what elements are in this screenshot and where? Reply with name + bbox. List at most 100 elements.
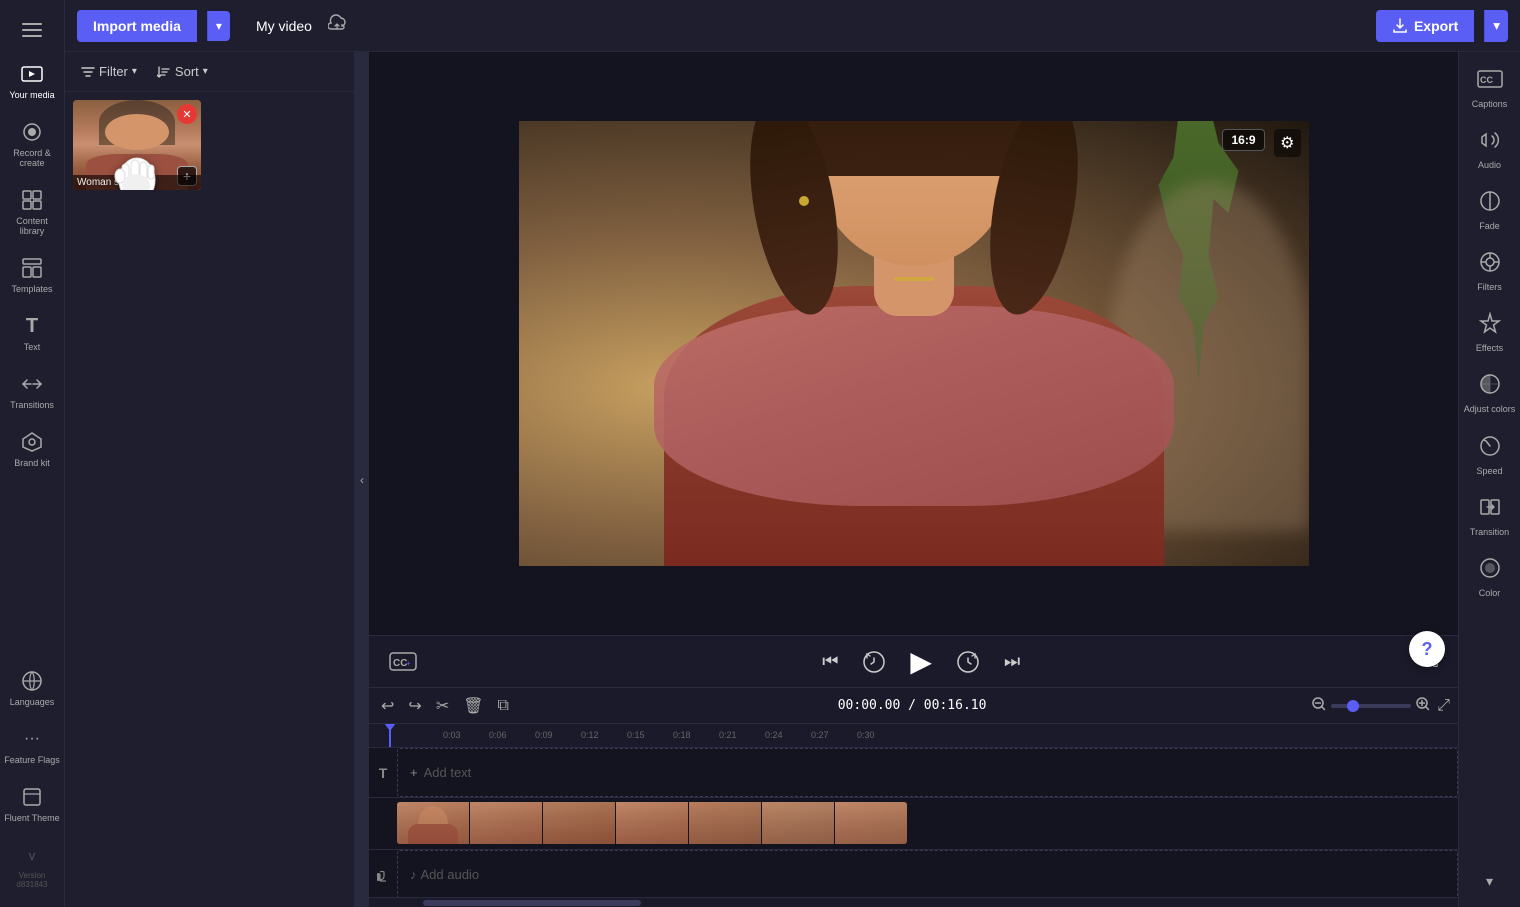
export-dropdown[interactable]: ▾ <box>1484 10 1508 42</box>
svg-text:CC: CC <box>1480 75 1493 85</box>
sidebar-item-feature-flags[interactable]: ··· Feature Flags <box>0 717 64 775</box>
media-grid: ✕ + Woman sittin... Add to timeline <box>65 92 354 198</box>
sidebar-item-transitions[interactable]: Transitions <box>0 362 64 420</box>
cloud-sync-icon <box>328 14 346 37</box>
right-panel-color-label: Color <box>1479 588 1501 598</box>
sidebar-item-templates[interactable]: Templates <box>0 246 64 304</box>
timeline-scroll-thumb[interactable] <box>423 900 641 906</box>
sidebar-item-your-media-label: Your media <box>9 90 54 100</box>
right-panel-speed-label: Speed <box>1476 466 1502 476</box>
media-item-label: Woman sittin... <box>73 175 201 190</box>
video-thumb-4 <box>616 802 688 844</box>
rewind-button[interactable] <box>858 646 890 678</box>
your-media-icon <box>20 62 44 86</box>
right-panel-effects[interactable]: Effects <box>1459 302 1520 363</box>
right-panel-audio[interactable]: Audio <box>1459 119 1520 180</box>
transition-icon <box>1479 496 1501 523</box>
right-panel-speed[interactable]: Speed <box>1459 425 1520 486</box>
sidebar-item-content-library[interactable]: Content library <box>0 178 64 246</box>
content-library-icon <box>20 188 44 212</box>
sidebar-item-brand-kit[interactable]: Brand kit <box>0 420 64 478</box>
media-toolbar: Filter ▾ Sort ▾ <box>65 52 354 92</box>
right-panel-adjust-colors-label: Adjust colors <box>1464 404 1516 415</box>
zoom-slider[interactable] <box>1331 704 1411 708</box>
timeline-expand-button[interactable]: ⤢ <box>1437 697 1450 715</box>
svg-text:+: + <box>406 659 411 668</box>
preview-settings-button[interactable]: ⚙ <box>1274 129 1300 157</box>
import-media-button[interactable]: Import media <box>77 10 197 42</box>
add-text-label: Add text <box>424 765 472 780</box>
right-panel-captions[interactable]: CC Captions <box>1459 60 1520 119</box>
sidebar-item-your-media[interactable]: Your media <box>0 52 64 110</box>
sidebar-item-fluent-theme-label: Fluent Theme <box>4 813 59 823</box>
import-media-dropdown[interactable]: ▾ <box>207 11 230 41</box>
undo-button[interactable]: ↩ <box>377 692 398 720</box>
right-panel-adjust-colors[interactable]: Adjust colors <box>1459 363 1520 425</box>
right-panel-color[interactable]: Color <box>1459 547 1520 608</box>
tab-area: My video <box>248 14 346 38</box>
fast-forward-button[interactable] <box>952 646 984 678</box>
timeline-ruler: 0:03 0:06 0:09 0:12 0:15 0:18 0:21 0:24 … <box>369 724 1458 748</box>
right-panel-transition[interactable]: Transition <box>1459 486 1520 547</box>
sidebar-item-languages-label: Languages <box>10 697 55 707</box>
add-audio-area[interactable]: ♪ Add audio <box>397 850 1458 897</box>
skip-to-start-button[interactable]: ⏮ <box>818 647 842 676</box>
right-panel-captions-label: Captions <box>1472 99 1508 109</box>
timeline-scrollbar[interactable] <box>369 897 1458 907</box>
sidebar-item-text[interactable]: T Text <box>0 304 64 362</box>
adjust-colors-icon <box>1479 373 1501 400</box>
aspect-ratio-badge: 16:9 <box>1222 129 1264 151</box>
export-button[interactable]: Export <box>1376 10 1474 42</box>
ruler-mark-3: 0:09 <box>535 730 581 740</box>
right-panel-fade[interactable]: Fade <box>1459 180 1520 241</box>
filter-button[interactable]: Filter ▾ <box>75 60 143 83</box>
speed-icon <box>1479 435 1501 462</box>
color-icon <box>1479 557 1501 584</box>
top-bar: Import media ▾ My video Export ▾ <box>65 0 1520 52</box>
sort-button[interactable]: Sort ▾ <box>151 60 214 83</box>
sidebar-item-languages[interactable]: Languages <box>0 659 64 717</box>
help-button[interactable]: ? <box>1409 631 1445 667</box>
sidebar-item-fluent-theme[interactable]: Fluent Theme <box>0 775 64 833</box>
ruler-mark-9: 0:27 <box>811 730 857 740</box>
preview-container: ⚙ 16:9 <box>369 52 1458 635</box>
right-panel-collapse-button[interactable]: ▾ <box>1486 873 1493 890</box>
add-text-icon: + <box>410 765 418 780</box>
add-text-area[interactable]: + Add text <box>397 748 1458 797</box>
tab-my-video[interactable]: My video <box>248 14 320 38</box>
add-audio-icon: ♪ <box>410 867 417 882</box>
languages-icon <box>20 669 44 693</box>
redo-button[interactable]: ↪ <box>404 692 425 720</box>
zoom-out-button[interactable] <box>1311 696 1327 715</box>
captions-button[interactable]: CC + <box>385 648 421 676</box>
video-thumb-3 <box>543 802 615 844</box>
right-panel-audio-label: Audio <box>1478 160 1501 170</box>
cut-button[interactable]: ✂ <box>432 692 453 720</box>
delete-button[interactable]: 🗑 <box>459 692 487 720</box>
sidebar-item-record-create-label: Record & create <box>4 148 60 168</box>
video-track-content[interactable] <box>397 798 1458 849</box>
audio-track-row: ♪ Add audio <box>369 850 1458 897</box>
text-track-row: T + Add text <box>369 748 1458 798</box>
media-panel: Filter ▾ Sort ▾ <box>65 52 355 907</box>
brand-kit-icon <box>20 430 44 454</box>
sidebar-item-transitions-label: Transitions <box>10 400 54 410</box>
media-item-woman-sitting[interactable]: ✕ + Woman sittin... Add to timeline <box>73 100 201 190</box>
skip-to-end-button[interactable]: ⏭ <box>1000 647 1024 676</box>
right-panel-filters[interactable]: Filters <box>1459 241 1520 302</box>
video-thumb-7 <box>835 802 907 844</box>
zoom-in-button[interactable] <box>1415 696 1431 715</box>
audio-icon <box>1479 129 1501 156</box>
copy-button[interactable]: ⧉ <box>494 693 513 719</box>
sidebar-item-record-create[interactable]: Record & create <box>0 110 64 178</box>
text-track-content[interactable]: + Add text <box>397 748 1458 797</box>
audio-track-label-icon <box>369 867 397 883</box>
play-button[interactable]: ▶ <box>906 641 936 682</box>
ruler-mark-2: 0:06 <box>489 730 535 740</box>
audio-track-content[interactable]: ♪ Add audio <box>397 850 1458 897</box>
ruler-mark-6: 0:18 <box>673 730 719 740</box>
sidebar-item-version: v Versiond831843 <box>0 833 64 899</box>
hamburger-menu[interactable] <box>0 8 64 52</box>
panel-collapse-button[interactable]: ‹ <box>355 52 369 907</box>
media-delete-button[interactable]: ✕ <box>177 104 197 124</box>
